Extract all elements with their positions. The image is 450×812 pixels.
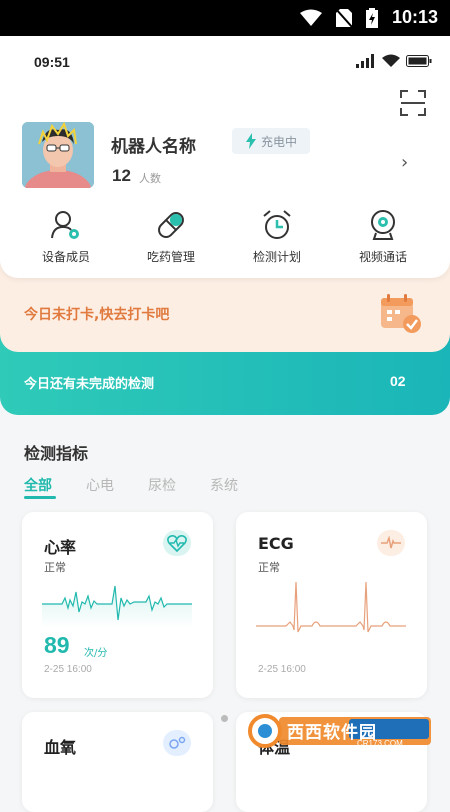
scan-icon[interactable] bbox=[400, 90, 426, 116]
metrics-title: 检测指标 bbox=[24, 444, 89, 463]
menu-label: 视频通话 bbox=[358, 250, 407, 264]
calendar-check-icon bbox=[381, 294, 421, 333]
heart-rate-wave bbox=[42, 585, 192, 628]
pending-count: 02 bbox=[390, 373, 406, 389]
wifi-icon bbox=[299, 9, 322, 26]
menu-medicine[interactable]: 吃药管理 bbox=[126, 208, 216, 265]
metric-status: 正常 bbox=[44, 561, 66, 574]
heart-rate-value: 89 bbox=[44, 632, 70, 658]
heart-rate-card[interactable]: 心率 正常 89 次/分 2-25 16:00 bbox=[22, 512, 213, 698]
metric-status: 正常 bbox=[258, 561, 280, 574]
tab-active-indicator bbox=[24, 496, 56, 499]
ecg-card[interactable]: ECG 正常 2-25 16:00 bbox=[236, 512, 427, 698]
system-status-bar: 10:13 bbox=[0, 0, 450, 36]
quick-menu: 设备成员 吃药管理 检测计划 视频通话 bbox=[0, 208, 450, 268]
battery-icon bbox=[406, 55, 432, 67]
checkin-text: 今日未打卡,快去打卡吧 bbox=[24, 307, 170, 323]
page-indicator-dot bbox=[221, 715, 228, 722]
menu-video-call[interactable]: 视频通话 bbox=[338, 208, 428, 265]
heart-rate-unit: 次/分 bbox=[84, 648, 108, 659]
metric-name: 心率 bbox=[44, 538, 77, 557]
tab-system[interactable]: 系统 bbox=[210, 475, 238, 495]
blood-oxygen-card[interactable]: 血氧 bbox=[22, 712, 213, 812]
member-count: 12 bbox=[112, 166, 131, 185]
robot-card: 09:51 机器人名称 充电中 12 人数 › 设备成员 吃药管理 检测计划 视… bbox=[0, 36, 450, 278]
signal-icon bbox=[356, 54, 374, 68]
alarm-clock-icon bbox=[263, 210, 291, 239]
app-time: 09:51 bbox=[34, 54, 70, 70]
chevron-right-icon[interactable]: › bbox=[401, 152, 408, 173]
wifi-icon bbox=[382, 54, 400, 67]
device-members-icon bbox=[51, 211, 79, 239]
robot-name: 机器人名称 bbox=[111, 137, 196, 157]
menu-label: 设备成员 bbox=[41, 250, 90, 264]
metric-name: 血氧 bbox=[44, 738, 77, 757]
charging-badge: 充电中 bbox=[232, 128, 310, 154]
tab-urine[interactable]: 尿检 bbox=[148, 475, 176, 495]
watermark-subtext: CR173.COM bbox=[357, 739, 403, 748]
menu-label: 检测计划 bbox=[252, 250, 301, 264]
metric-timestamp: 2-25 16:00 bbox=[44, 664, 92, 675]
no-sim-icon bbox=[335, 7, 352, 28]
battery-charging-icon bbox=[365, 7, 378, 28]
app-status-bar: 09:51 bbox=[0, 36, 450, 86]
metric-timestamp: 2-25 16:00 bbox=[258, 664, 306, 675]
ecg-icon bbox=[377, 530, 405, 556]
system-time: 10:13 bbox=[391, 7, 438, 27]
heart-icon bbox=[163, 530, 191, 556]
tab-ecg[interactable]: 心电 bbox=[86, 475, 114, 495]
watermark-logo: 西西软件园 CR173.COM bbox=[245, 711, 435, 751]
menu-detection-plan[interactable]: 检测计划 bbox=[232, 208, 322, 265]
lightning-icon bbox=[245, 133, 256, 149]
medicine-pill-icon bbox=[158, 212, 184, 238]
menu-label: 吃药管理 bbox=[146, 250, 195, 264]
metric-name: ECG bbox=[258, 534, 294, 553]
robot-avatar[interactable] bbox=[22, 122, 94, 188]
menu-device-members[interactable]: 设备成员 bbox=[21, 208, 111, 265]
charging-label: 充电中 bbox=[260, 134, 297, 149]
metrics-tabs: 全部 心电 尿检 系统 bbox=[24, 475, 272, 495]
pending-text: 今日还有未完成的检测 bbox=[24, 377, 155, 392]
ecg-wave bbox=[256, 581, 406, 633]
oxygen-icon bbox=[163, 730, 191, 756]
member-count-unit: 人数 bbox=[139, 172, 161, 185]
tab-all[interactable]: 全部 bbox=[24, 475, 52, 495]
webcam-icon bbox=[371, 210, 395, 240]
